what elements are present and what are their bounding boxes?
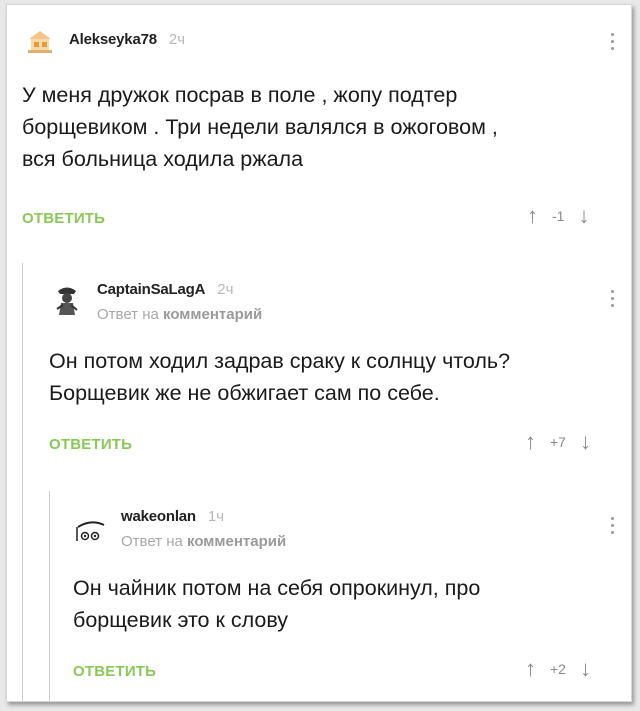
downvote-icon[interactable]: ↓ — [580, 431, 591, 453]
vote-controls: ↑ -1 ↓ — [527, 205, 589, 227]
comment-text: У меня дружок посрав в поле , жопу подте… — [22, 83, 498, 171]
upvote-icon[interactable]: ↑ — [525, 431, 536, 453]
username[interactable]: Alekseyka78 — [69, 31, 157, 48]
vote-controls: ↑ +7 ↓ — [525, 431, 591, 453]
username[interactable]: wakeonlan — [121, 508, 196, 525]
username[interactable]: CaptainSaLagA — [97, 281, 205, 298]
comment-text: Он чайник потом на себя опрокинул, про б… — [73, 576, 481, 632]
vote-count: -1 — [552, 208, 565, 224]
upvote-icon[interactable]: ↑ — [525, 658, 536, 680]
house-avatar-icon[interactable] — [22, 23, 58, 59]
vote-count: +7 — [550, 434, 566, 450]
more-options-icon[interactable] — [607, 517, 617, 534]
comment-text: Он потом ходил задрав сраку к солнцу что… — [49, 349, 511, 405]
comment-header: wakeonlan 1ч — [121, 508, 224, 525]
thread-line — [22, 263, 23, 701]
more-options-icon[interactable] — [607, 33, 617, 50]
parent-comment-link[interactable]: комментарий — [163, 306, 262, 323]
vote-controls: ↑ +2 ↓ — [525, 658, 591, 680]
timestamp: 1ч — [207, 508, 225, 525]
more-options-icon[interactable] — [607, 290, 617, 307]
reply-button[interactable]: ОТВЕТИТЬ — [73, 663, 156, 680]
parent-comment-link[interactable]: комментарий — [187, 533, 286, 550]
timestamp: 2ч — [168, 31, 186, 48]
downvote-icon[interactable]: ↓ — [580, 658, 591, 680]
downvote-icon[interactable]: ↓ — [578, 205, 589, 227]
reply-button[interactable]: ОТВЕТИТЬ — [22, 210, 105, 227]
face-avatar-icon[interactable] — [73, 512, 109, 548]
comment-header: CaptainSaLagA 2ч — [97, 281, 233, 298]
reply-to-label: Ответ на комментарий — [121, 533, 287, 550]
comments-panel: Alekseyka78 2ч У меня дружок посрав в по… — [6, 4, 632, 702]
timestamp: 2ч — [217, 281, 234, 298]
reply-to-label: Ответ на комментарий — [97, 306, 263, 323]
vote-count: +2 — [550, 661, 566, 677]
upvote-icon[interactable]: ↑ — [527, 205, 538, 227]
comment-header: Alekseyka78 2ч — [69, 31, 185, 48]
thread-line — [49, 491, 50, 701]
reply-button[interactable]: ОТВЕТИТЬ — [49, 436, 132, 453]
pirate-avatar-icon[interactable] — [49, 282, 85, 318]
